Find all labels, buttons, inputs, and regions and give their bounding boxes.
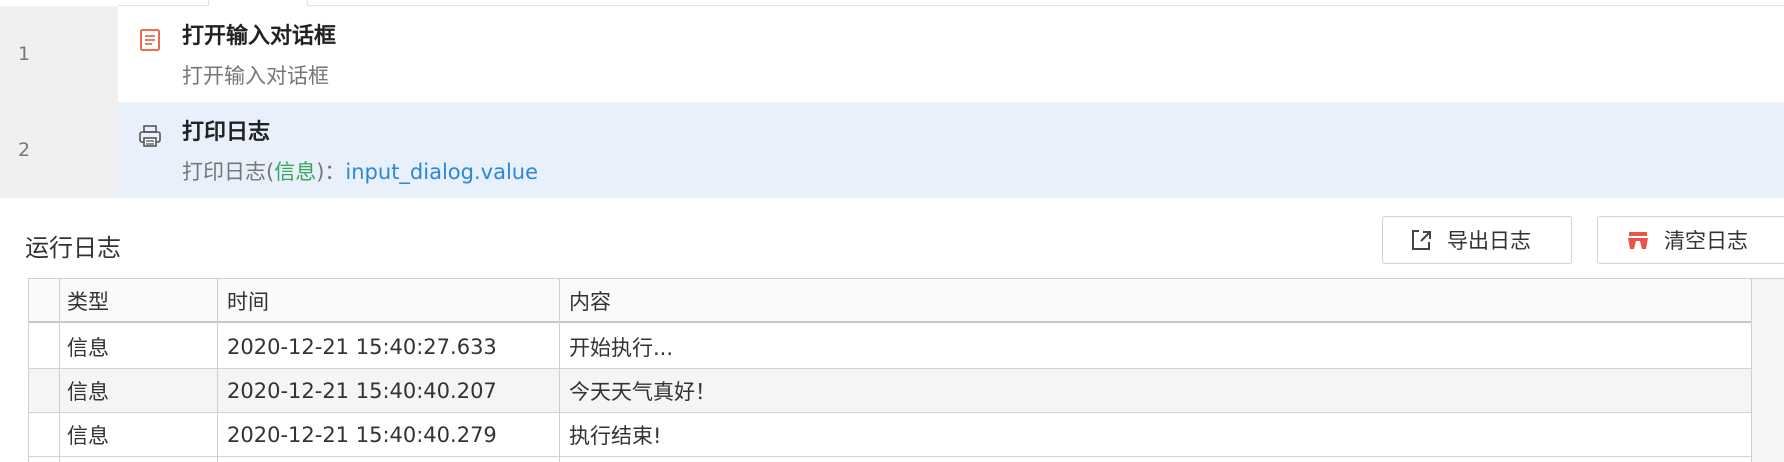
column-header-time[interactable]: 时间 xyxy=(227,279,269,323)
step-body[interactable]: 打印日志 打印日志(信息)：input_dialog.value xyxy=(118,102,1784,198)
step-title: 打开输入对话框 xyxy=(182,24,337,49)
log-table-header: 类型 时间 内容 xyxy=(29,279,1784,323)
column-divider xyxy=(59,279,60,462)
clear-icon xyxy=(1628,232,1648,249)
clear-log-label: 清空日志 xyxy=(1664,229,1748,253)
table-scroll-gutter[interactable] xyxy=(1751,279,1784,462)
log-level-text: 信息 xyxy=(274,160,317,184)
log-type-cell: 信息 xyxy=(67,336,109,360)
log-content-cell: 今天天气真好！ xyxy=(569,380,716,404)
log-type-cell: 信息 xyxy=(67,424,109,448)
column-header-type[interactable]: 类型 xyxy=(67,279,109,323)
log-row[interactable]: 信息 2020-12-21 15:40:27.633 开始执行... xyxy=(29,325,1784,369)
flow-step-row-selected[interactable]: 2 打印日志 打印日志(信息)：input_dialog.value xyxy=(0,102,1784,198)
log-content-cell: 开始执行... xyxy=(569,336,674,360)
export-icon xyxy=(1412,230,1431,250)
desc-mid: )： xyxy=(316,160,346,184)
log-table: 类型 时间 内容 信息 2020-12-21 15:40:27.633 开始执行… xyxy=(28,278,1784,462)
step-description: 打印日志(信息)：input_dialog.value xyxy=(182,156,538,186)
log-row[interactable]: 信息 2020-12-21 15:40:40.207 今天天气真好！ xyxy=(29,369,1784,413)
step-line-number: 2 xyxy=(0,102,118,198)
column-header-content[interactable]: 内容 xyxy=(569,279,611,323)
column-divider[interactable] xyxy=(559,279,560,462)
log-time-cell: 2020-12-21 15:40:27.633 xyxy=(227,335,497,359)
log-panel-title: 运行日志 xyxy=(25,234,121,262)
column-divider[interactable] xyxy=(217,279,218,462)
log-time-cell: 2020-12-21 15:40:40.279 xyxy=(227,423,497,447)
dialog-form-icon xyxy=(140,29,160,51)
step-description: 打开输入对话框 xyxy=(182,64,329,88)
clear-log-button[interactable]: 清空日志 xyxy=(1597,216,1784,264)
expression-text: input_dialog.value xyxy=(345,160,539,184)
step-line-number: 1 xyxy=(0,6,118,102)
step-title: 打印日志 xyxy=(182,120,271,145)
log-row[interactable]: 信息 2020-12-21 15:40:40.279 执行结束! xyxy=(29,413,1784,457)
step-body[interactable]: 打开输入对话框 打开输入对话框 xyxy=(118,6,1784,102)
desc-prefix: 打印日志( xyxy=(182,160,275,184)
log-type-cell: 信息 xyxy=(67,380,109,404)
export-log-label: 导出日志 xyxy=(1447,229,1531,253)
flow-step-row[interactable]: 1 打开输入对话框 打开输入对话框 xyxy=(0,6,1784,102)
log-time-cell: 2020-12-21 15:40:40.207 xyxy=(227,379,497,403)
printer-icon xyxy=(139,125,161,147)
log-content-cell: 执行结束! xyxy=(569,424,662,448)
export-log-button[interactable]: 导出日志 xyxy=(1382,216,1572,264)
flow-steps-list: 1 打开输入对话框 打开输入对话框 2 打印日志 打印日志(信息)：input_… xyxy=(0,6,1784,200)
